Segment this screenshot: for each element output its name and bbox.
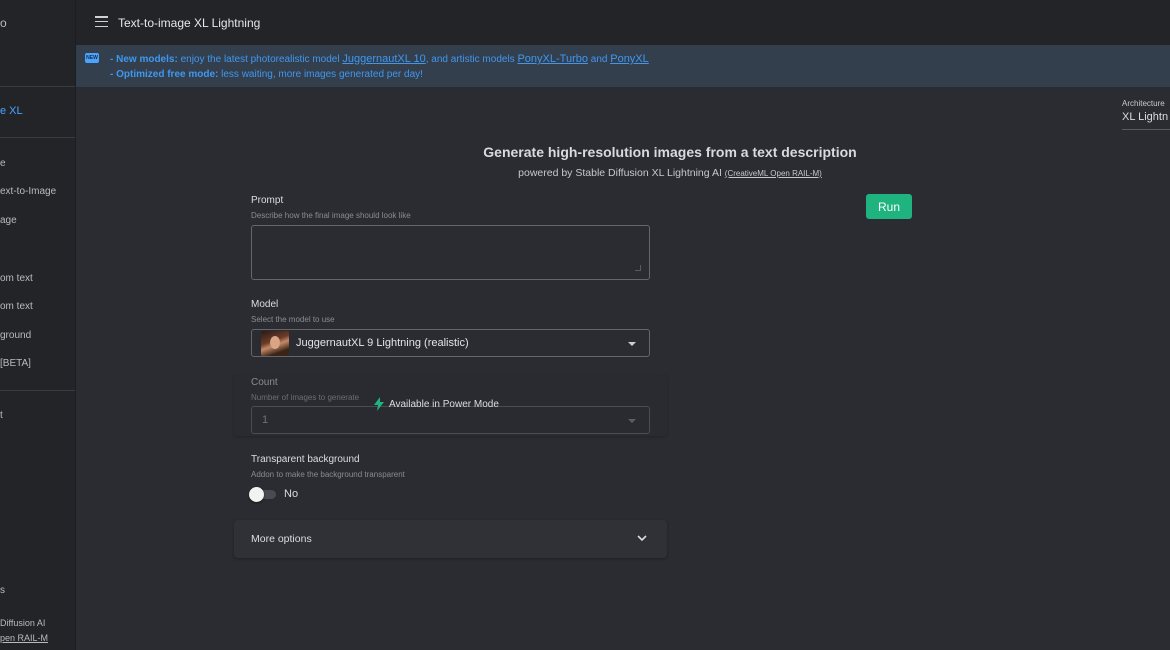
count-help: Number of images to generate — [251, 393, 360, 402]
resize-handle-icon[interactable] — [635, 265, 641, 271]
count-select: 1 — [251, 406, 650, 434]
sidebar-item-3[interactable]: om text — [0, 273, 33, 284]
transparent-help: Addon to make the background transparent — [251, 470, 405, 479]
banner-text: less waiting, more images generated per … — [218, 69, 423, 80]
menu-icon[interactable] — [95, 16, 108, 28]
chevron-down-icon — [637, 535, 647, 542]
power-mode-text: Available in Power Mode — [389, 399, 499, 410]
prompt-label: Prompt — [251, 195, 284, 206]
banner-line-free-mode: - Optimized free mode: less waiting, mor… — [110, 69, 423, 80]
sidebar-item-7[interactable]: t — [0, 410, 3, 421]
announcement-banner: NEW - New models: enjoy the latest photo… — [76, 45, 1170, 87]
sidebar-footer-link[interactable]: pen RAIL-M — [0, 633, 48, 643]
main-subheading: powered by Stable Diffusion XL Lightning… — [0, 167, 1170, 179]
banner-text: , and artistic models — [425, 54, 518, 65]
banner-line-models: - New models: enjoy the latest photoreal… — [110, 53, 649, 65]
sidebar-divider — [0, 137, 75, 138]
transparent-state: No — [284, 488, 299, 500]
license-link[interactable]: (CreativeML Open RAIL-M) — [725, 169, 822, 178]
link-ponyxl-turbo[interactable]: PonyXL-Turbo — [517, 53, 588, 65]
banner-text: enjoy the latest photorealistic model — [177, 54, 343, 65]
model-label: Model — [251, 299, 279, 310]
model-help: Select the model to use — [251, 315, 335, 324]
architecture-underline — [1122, 129, 1170, 130]
link-juggernautxl-10[interactable]: JuggernautXL 10 — [342, 53, 425, 65]
lightning-icon — [374, 397, 384, 411]
prompt-input[interactable] — [251, 225, 650, 280]
model-thumbnail — [261, 331, 289, 356]
top-bar: Text-to-image XL Lightning — [76, 0, 1170, 45]
more-options-accordion[interactable]: More options — [234, 520, 667, 558]
banner-bold-free: - Optimized free mode: — [110, 69, 219, 80]
link-ponyxl[interactable]: PonyXL — [610, 53, 649, 65]
sidebar-item-6[interactable]: [BETA] — [0, 358, 31, 369]
architecture-select[interactable]: XL Lightn — [1122, 111, 1168, 123]
architecture-label: Architecture — [1122, 99, 1165, 108]
subheading-text: powered by Stable Diffusion XL Lightning… — [518, 167, 725, 179]
count-value: 1 — [262, 414, 269, 426]
banner-bold-models: - New models: — [110, 54, 178, 65]
prompt-help: Describe how the final image should look… — [251, 211, 411, 220]
main-heading: Generate high-resolution images from a t… — [483, 144, 857, 160]
sidebar-item-bottom[interactable]: s — [0, 585, 5, 596]
transparent-label: Transparent background — [251, 454, 360, 465]
sidebar-divider — [0, 86, 75, 87]
sidebar-footer-text: Diffusion AI — [0, 618, 46, 628]
count-label: Count — [251, 377, 278, 388]
run-button[interactable]: Run — [866, 194, 912, 219]
chevron-down-icon — [628, 342, 636, 346]
sidebar-item-active[interactable]: e XL — [0, 105, 23, 117]
transparent-toggle[interactable] — [249, 487, 264, 502]
sidebar-divider — [0, 390, 75, 391]
sidebar-item-4[interactable]: om text — [0, 301, 33, 312]
model-select[interactable]: JuggernautXL 9 Lightning (realistic) — [251, 329, 650, 357]
more-options-label: More options — [251, 533, 312, 545]
sidebar-item-2[interactable]: age — [0, 215, 17, 226]
power-mode-notice[interactable]: Available in Power Mode — [374, 397, 499, 411]
sidebar-item-5[interactable]: ground — [0, 330, 31, 341]
sidebar-item-1[interactable]: ext-to-Image — [0, 186, 56, 197]
banner-text: and — [587, 54, 611, 65]
model-selected-value: JuggernautXL 9 Lightning (realistic) — [296, 337, 469, 349]
count-locked-panel: Count Number of images to generate 1 Ava… — [234, 375, 667, 436]
new-badge-icon: NEW — [85, 53, 99, 63]
page-title: Text-to-image XL Lightning — [118, 16, 261, 30]
sidebar: o e XL e ext-to-Image age om text om tex… — [0, 0, 76, 650]
chevron-down-icon — [628, 419, 636, 423]
sidebar-logo-fragment[interactable]: o — [0, 16, 7, 30]
